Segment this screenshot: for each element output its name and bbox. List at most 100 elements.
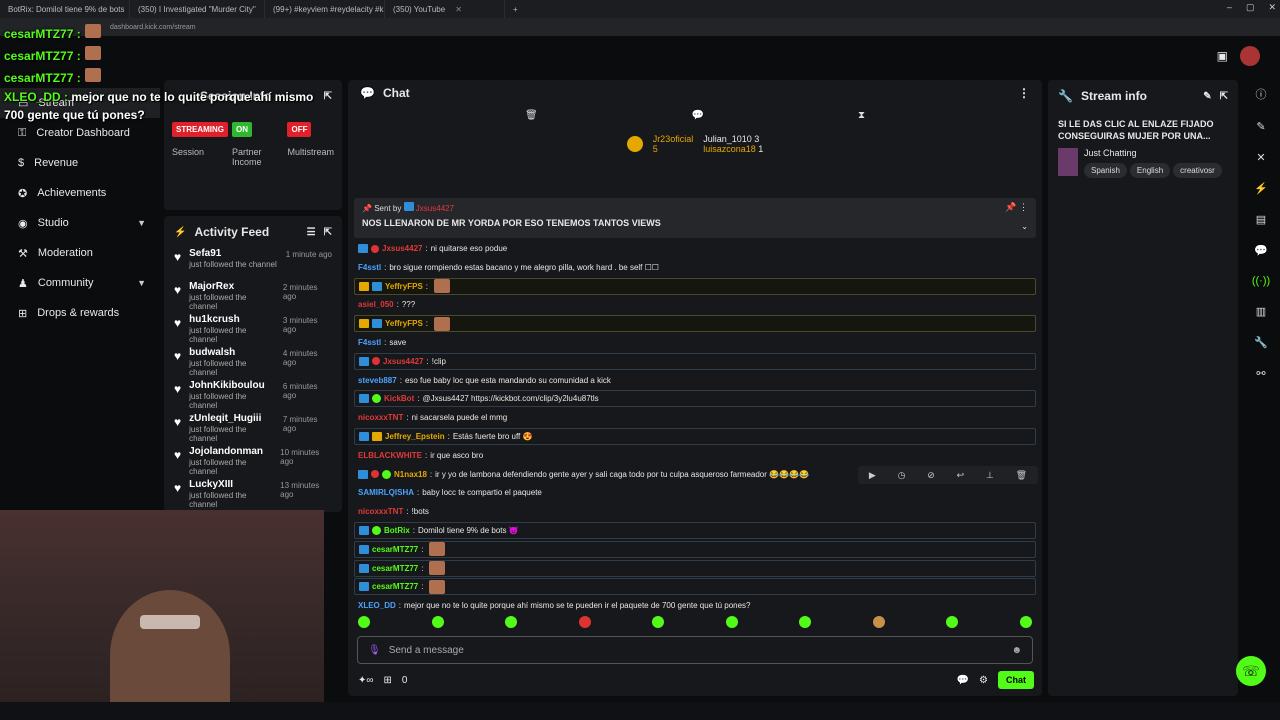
chat-username[interactable]: F4sstl [358,338,381,347]
chat-message[interactable]: YeffryFPS: [354,277,1036,295]
filter-icon[interactable]: ☰ [307,227,316,238]
browser-tab[interactable]: (99+) #keyviem #reydelacity #kick✕ [265,0,385,18]
chat-username[interactable]: asiel_050 [358,300,394,309]
chat-message[interactable]: steveb887: eso fue baby loc que esta man… [354,372,1036,389]
chat-settings-icon[interactable]: 💬 [957,675,969,686]
wallet-icon[interactable]: ▣ [1217,49,1228,63]
chat-message[interactable]: Jxsus4427: !clip [354,352,1036,370]
sidebar-item-moderation[interactable]: ⚒ Moderation [0,238,160,268]
cross-icon[interactable]: ✕ [1256,151,1265,164]
browser-tab[interactable]: (350) YouTube ✕ [385,0,505,18]
tag[interactable]: Spanish [1084,163,1127,178]
list-item[interactable]: ♥ JohnKikiboulou just followed the channe… [164,380,342,413]
chat-message[interactable]: Jeffrey_Epstein: Estás fuerte bro uff 😍 [354,428,1036,445]
list-item[interactable]: ♥ zUnleqit_Hugiii just followed the chann… [164,413,342,446]
info-icon[interactable]: ⓘ [1256,86,1267,102]
maximize-icon[interactable]: ▢ [1246,2,1255,13]
chat-bubble-icon[interactable]: 💬 [692,110,704,121]
emoji-icon[interactable]: ☻ [1011,645,1022,656]
chat-message[interactable]: cesarMTZ77: [354,559,1036,577]
chat-message[interactable]: BotRix: Domilol tiene 9% de bots 😈 [354,522,1036,539]
close-window-icon[interactable]: ✕ [1268,2,1276,13]
emote-icon[interactable] [358,616,370,628]
sidebar-item-community[interactable]: ♟ Community ▼ [0,268,160,298]
pencil-icon[interactable]: ✎ [1256,120,1265,133]
chat-username[interactable]: BotRix [384,526,410,535]
sidebar-item-studio[interactable]: ◉ Studio ▼ [0,208,160,238]
chat-username[interactable]: cesarMTZ77 [372,564,418,573]
chat-username[interactable]: F4sstl [358,263,381,272]
list-item[interactable]: ♥ hu1kcrush just followed the channel 3 m… [164,314,342,347]
popout-icon[interactable]: ⇱ [324,91,332,102]
emote-icon[interactable] [431,616,444,628]
new-tab-button[interactable]: + [505,0,526,18]
browser-tab[interactable]: (350) I Investigated "Murder City"✕ [130,0,265,18]
chat-message[interactable]: nicoxxxTNT: !bots [354,503,1036,520]
chat-icon[interactable]: 💬 [1254,244,1268,257]
minimize-icon[interactable]: – [1227,2,1232,13]
hourglass-icon[interactable]: ⧗ [858,110,865,121]
emote-icon[interactable] [505,616,518,628]
chat-message[interactable]: F4sstl: bro sigue rompiendo estas bacano… [354,259,1036,276]
list-item[interactable]: ♥ budwalsh just followed the channel 4 mi… [164,347,342,380]
chat-username[interactable]: N1nax18 [394,470,427,479]
chat-message[interactable]: cesarMTZ77: [354,578,1036,596]
chat-message[interactable]: nicoxxxTNT: ni sacarsela puede el mmg [354,409,1036,426]
chat-input[interactable]: 🎙 Send a message ☻ [357,636,1033,664]
trash-icon[interactable]: 🗑 [525,110,538,121]
chat-username[interactable]: steveb887 [358,376,397,385]
mic-icon[interactable]: 🎙 [368,645,381,656]
layout-icon[interactable]: ▥ [1256,305,1266,318]
pinned-message[interactable]: 📌 Sent by Jxsus4427 NOS LLENARON DE MR Y… [354,198,1036,238]
sidebar-item-drops-rewards[interactable]: ⊞ Drops & rewards [0,298,160,328]
document-icon[interactable]: ▤ [1256,213,1266,226]
chat-username[interactable]: cesarMTZ77 [372,545,418,554]
broadcast-icon[interactable]: ((·)) [1252,275,1270,287]
sidebar-item-creator-dashboard[interactable]: ⚿ Creator Dashboard [0,118,160,148]
pin-icon[interactable]: ⊥ [986,470,994,481]
emote-icon[interactable] [652,616,665,628]
chat-message[interactable]: XLEO_DD: mejor que no te lo quite porque… [354,597,1036,614]
chat-username[interactable]: Jxsus4427 [383,357,423,366]
list-item[interactable]: ♥ MajorRex just followed the channel 2 mi… [164,281,342,314]
chat-username[interactable]: YeffryFPS [385,282,423,291]
chat-username[interactable]: cesarMTZ77 [372,582,418,591]
link-icon[interactable]: ⚯ [1256,367,1265,380]
support-button[interactable]: ☏ [1236,656,1266,686]
avatar[interactable] [1240,46,1260,66]
chat-username[interactable]: SAMIRLQISHA [358,488,414,497]
chat-username[interactable]: ELBLACKWHITE [358,451,422,460]
close-icon[interactable]: ✕ [455,5,462,14]
list-item[interactable]: ♥ Jojolandonman just followed the channel… [164,446,342,479]
emote-icon[interactable] [799,616,812,628]
chat-message[interactable]: KickBot: @Jxsus4427 https://kickbot.com/… [354,390,1036,408]
sidebar-item-achievements[interactable]: ✪ Achievements [0,178,160,208]
chat-message[interactable]: YeffryFPS: [354,315,1036,333]
emote-icon[interactable] [946,616,959,628]
list-item[interactable]: ♥ LuckyXIII just followed the channel 13 … [164,479,342,512]
pin-icon[interactable]: 📌 ⋮ [1005,202,1028,213]
chevron-down-icon[interactable]: ⌄ [1021,222,1028,231]
gear-icon[interactable]: ⚙ [979,675,988,686]
chat-message[interactable]: F4sstl: save [354,334,1036,351]
chat-message[interactable]: ELBLACKWHITE: ir que asco bro [354,447,1036,464]
emote-icon[interactable] [872,616,885,628]
wrench-icon[interactable]: 🔧 [1254,336,1268,349]
chat-username[interactable]: KickBot [384,394,414,403]
chat-username[interactable]: YeffryFPS [385,319,423,328]
chat-message[interactable]: SAMIRLQISHA: baby locc te compartio el p… [354,484,1036,501]
more-icon[interactable]: ⋮ [1018,86,1030,100]
list-item[interactable]: ♥ Sefa91 just followed the channel 1 minu… [164,248,342,281]
delete-icon[interactable]: 🗑 [1016,470,1027,481]
send-button[interactable]: Chat [998,671,1034,689]
popout-icon[interactable]: ⇱ [1220,91,1228,102]
emote-icon[interactable] [1019,616,1032,628]
sidebar-item-revenue[interactable]: $ Revenue [0,148,160,178]
chat-username[interactable]: XLEO_DD [358,601,396,610]
points-icon[interactable]: ✦∞ [358,675,374,686]
address-bar[interactable]: dashboard.kick.com/stream [0,18,1280,36]
chat-message[interactable]: asiel_050: ??? [354,296,1036,313]
chat-message[interactable]: cesarMTZ77: [354,540,1036,558]
chat-username[interactable]: nicoxxxTNT [358,507,403,516]
popout-icon[interactable]: ⇱ [324,227,332,238]
